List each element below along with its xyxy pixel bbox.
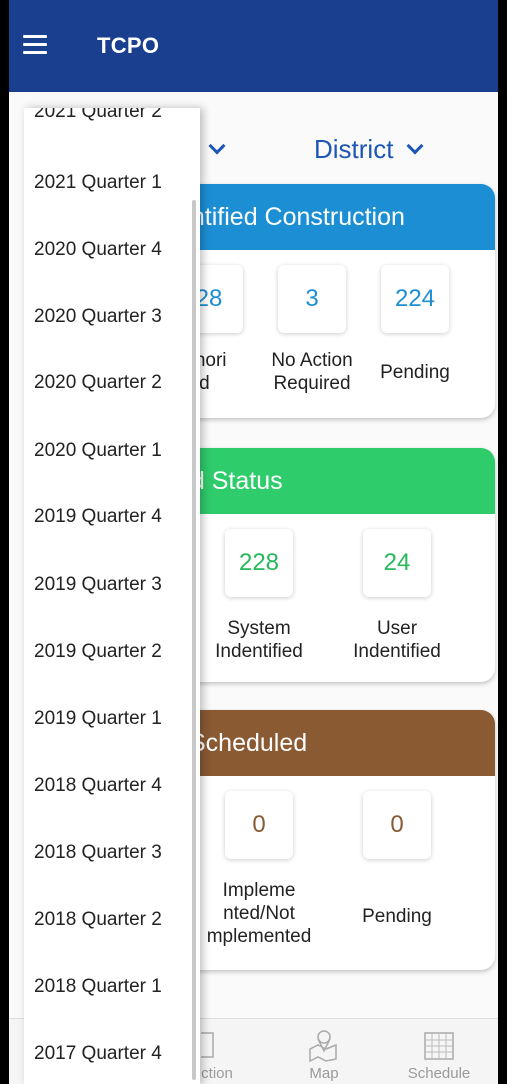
nav-label: Map	[309, 1065, 339, 1082]
no-action-label: No Action Required	[271, 350, 353, 394]
dropdown-item[interactable]: 2019 Quarter 1	[34, 708, 162, 730]
map-icon	[309, 1030, 337, 1063]
menu-icon[interactable]	[23, 35, 47, 55]
dropdown-scrollbar[interactable]	[192, 200, 196, 1080]
pending-label: Pending	[380, 362, 450, 383]
no-action-count[interactable]: 3	[278, 265, 346, 333]
nav-map[interactable]: Map	[284, 1019, 364, 1084]
dropdown-item[interactable]: 2018 Quarter 1	[34, 976, 162, 998]
nav-label: Schedule	[407, 1065, 471, 1082]
user-identified-label: User Indentified	[353, 618, 441, 662]
dropdown-item[interactable]: 2018 Quarter 2	[34, 909, 162, 931]
dropdown-item[interactable]: 2020 Quarter 4	[34, 239, 162, 261]
dropdown-item[interactable]: 2017 Quarter 4	[34, 1043, 162, 1065]
construction-icon	[201, 1032, 214, 1058]
dropdown-item[interactable]: 2020 Quarter 3	[34, 306, 162, 328]
dropdown-item[interactable]: 2018 Quarter 3	[34, 842, 162, 864]
system-identified-count[interactable]: 228	[225, 529, 293, 597]
nav-label: ction	[201, 1065, 233, 1082]
dropdown-item[interactable]: 2020 Quarter 2	[34, 372, 162, 394]
chevron-down-icon	[406, 137, 424, 154]
chevron-down-icon	[208, 137, 226, 154]
dropdown-item[interactable]: 2019 Quarter 3	[34, 574, 162, 596]
implemented-label: Impleme nted/Not mplemented	[206, 880, 312, 947]
calendar-icon	[424, 1032, 454, 1060]
scheduled-pending-label: Pending	[362, 906, 432, 927]
nav-schedule[interactable]: Schedule	[389, 1019, 489, 1084]
dropdown-item[interactable]: 2021 Quarter 1	[34, 172, 162, 194]
card-title: entified Construction	[177, 202, 405, 231]
district-filter[interactable]: District	[314, 134, 424, 165]
dropdown-item[interactable]: 2019 Quarter 2	[34, 641, 162, 663]
dropdown-item[interactable]: 2018 Quarter 4	[34, 775, 162, 797]
quarter-dropdown[interactable]: 2021 Quarter 2 2021 Quarter 1 2020 Quart…	[24, 108, 200, 1084]
app-screen: TCPO 1 District entified Construction 28…	[9, 0, 498, 1084]
app-bar: TCPO	[9, 0, 498, 92]
card-title: Scheduled	[189, 728, 308, 757]
implemented-count[interactable]: 0	[225, 791, 293, 859]
dropdown-item[interactable]: 2021 Quarter 2	[34, 108, 162, 123]
app-title: TCPO	[97, 33, 160, 58]
dropdown-item[interactable]: 2020 Quarter 1	[34, 440, 162, 462]
user-identified-count[interactable]: 24	[363, 529, 431, 597]
pending-count[interactable]: 224	[381, 265, 449, 333]
scheduled-pending-count[interactable]: 0	[363, 791, 431, 859]
dropdown-item[interactable]: 2019 Quarter 4	[34, 506, 162, 528]
district-filter-label: District	[314, 134, 394, 164]
system-identified-label: System Indentified	[215, 618, 303, 662]
